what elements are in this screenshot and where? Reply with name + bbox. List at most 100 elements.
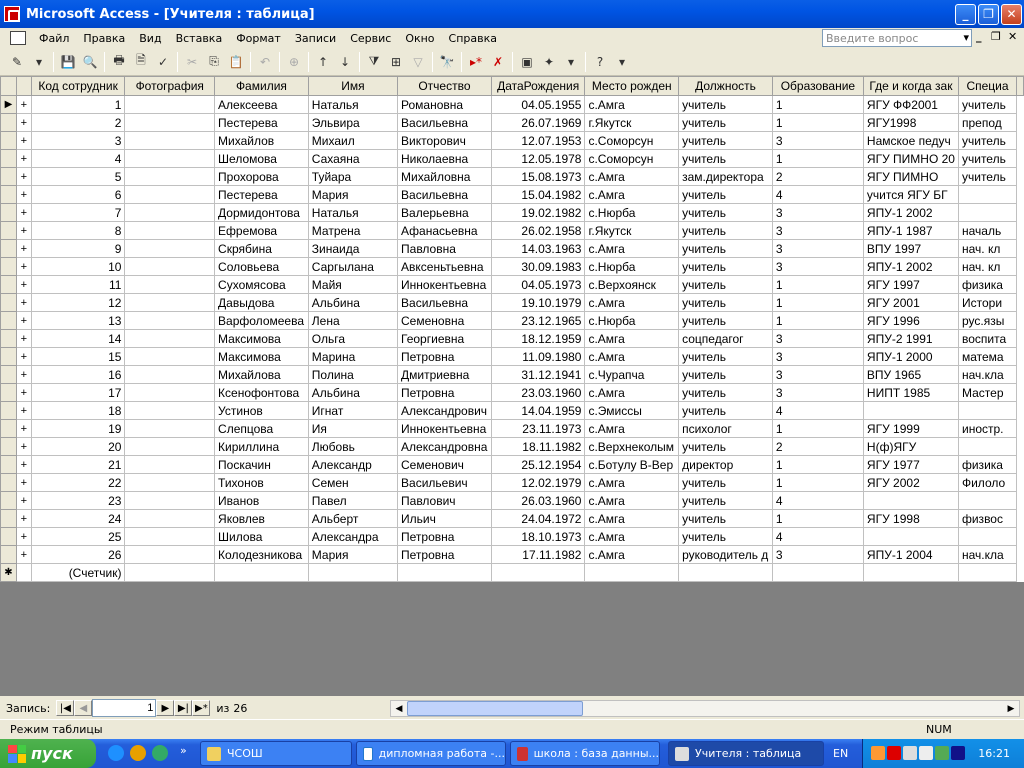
table-cell[interactable]: НИПТ 1985 bbox=[862, 383, 959, 402]
table-cell[interactable]: началь bbox=[957, 221, 1018, 240]
table-cell[interactable]: Ия bbox=[307, 419, 399, 438]
table-cell[interactable]: матема bbox=[957, 347, 1018, 366]
table-cell[interactable]: Иннокентьевна bbox=[397, 419, 492, 438]
table-cell[interactable] bbox=[124, 149, 216, 168]
table-cell[interactable]: Дмитриевна bbox=[397, 365, 492, 384]
table-cell[interactable]: учитель bbox=[678, 527, 773, 546]
table-cell[interactable] bbox=[124, 383, 216, 402]
table-cell[interactable]: Петровна bbox=[397, 383, 492, 402]
table-cell[interactable]: 1 bbox=[771, 113, 864, 132]
toolbar-options-icon[interactable]: ▾ bbox=[611, 51, 633, 73]
table-cell[interactable] bbox=[124, 545, 216, 564]
table-cell[interactable]: 1 bbox=[771, 149, 864, 168]
row-selector[interactable] bbox=[0, 473, 17, 492]
expand-subdatasheet-icon[interactable]: + bbox=[15, 437, 32, 456]
table-cell[interactable]: Намское педуч bbox=[862, 131, 959, 150]
table-cell[interactable] bbox=[397, 563, 492, 582]
table-cell[interactable]: 14 bbox=[30, 329, 126, 348]
table-cell[interactable]: 12.02.1979 bbox=[490, 473, 586, 492]
row-selector[interactable] bbox=[0, 203, 17, 222]
column-header[interactable]: Образование bbox=[771, 76, 864, 96]
table-cell[interactable]: учитель bbox=[678, 473, 773, 492]
menu-help[interactable]: Справка bbox=[442, 32, 504, 45]
table-row[interactable]: +26 Колодезникова Мария Петровна 17.11.1982 с… bbox=[0, 545, 1024, 564]
table-cell[interactable]: 1 bbox=[771, 473, 864, 492]
table-cell[interactable]: 04.05.1973 bbox=[490, 275, 586, 294]
table-cell[interactable]: ЯПУ-1 2002 bbox=[862, 203, 959, 222]
table-cell[interactable]: с.Амга bbox=[584, 545, 680, 564]
table-cell[interactable]: с.Амга bbox=[584, 509, 680, 528]
table-cell[interactable]: с.Чурапча bbox=[584, 365, 680, 384]
table-cell[interactable]: 3 bbox=[771, 365, 864, 384]
table-cell[interactable]: 18.12.1959 bbox=[490, 329, 586, 348]
table-cell[interactable]: Полина bbox=[307, 365, 399, 384]
table-cell[interactable]: 8 bbox=[30, 221, 126, 240]
hyperlink-icon[interactable]: ⊕ bbox=[283, 51, 305, 73]
table-cell[interactable]: с.Амга bbox=[584, 329, 680, 348]
table-cell[interactable]: Иннокентьевна bbox=[397, 275, 492, 294]
table-cell[interactable] bbox=[124, 131, 216, 150]
table-cell[interactable]: с.Амга bbox=[584, 95, 680, 114]
table-cell[interactable]: 3 bbox=[771, 347, 864, 366]
table-row[interactable]: +9 Скрябина Зинаида Павловна 14.03.1963 с.Амг… bbox=[0, 239, 1024, 258]
table-cell[interactable] bbox=[490, 563, 586, 582]
table-document-icon[interactable] bbox=[10, 31, 26, 45]
expand-subdatasheet-icon[interactable]: + bbox=[15, 455, 32, 474]
table-cell[interactable]: Максимова bbox=[214, 347, 309, 366]
expand-subdatasheet-icon[interactable]: + bbox=[15, 131, 32, 150]
expand-subdatasheet-icon[interactable]: + bbox=[15, 239, 32, 258]
table-row[interactable]: +7 Дормидонтова Наталья Валерьевна 19.02.198… bbox=[0, 203, 1024, 222]
table-cell[interactable]: Александра bbox=[307, 527, 399, 546]
table-cell[interactable] bbox=[124, 401, 216, 420]
table-cell[interactable]: Альберт bbox=[307, 509, 399, 528]
table-cell[interactable]: учитель bbox=[678, 131, 773, 150]
table-cell[interactable]: ЯГУ 2001 bbox=[862, 293, 959, 312]
table-cell[interactable]: Игнат bbox=[307, 401, 399, 420]
menu-records[interactable]: Записи bbox=[288, 32, 343, 45]
tray-app-icon[interactable] bbox=[871, 746, 885, 760]
table-cell[interactable]: 18 bbox=[30, 401, 126, 420]
table-cell[interactable]: 13 bbox=[30, 311, 126, 330]
table-cell[interactable] bbox=[862, 527, 959, 546]
scroll-thumb[interactable] bbox=[407, 701, 583, 716]
expand-subdatasheet-icon[interactable]: + bbox=[15, 311, 32, 330]
table-cell[interactable]: Наталья bbox=[307, 95, 399, 114]
table-cell[interactable]: ЯГУ 1977 bbox=[862, 455, 959, 474]
table-row[interactable]: +6 Пестерева Мария Васильевна 15.04.1982 с.Ам… bbox=[0, 185, 1024, 204]
table-cell[interactable]: с.Нюрба bbox=[584, 203, 680, 222]
table-row[interactable]: +18 Устинов Игнат Александрович 14.04.1959 с.… bbox=[0, 401, 1024, 420]
table-cell[interactable]: ЯПУ-1 1987 bbox=[862, 221, 959, 240]
table-cell[interactable]: 26.03.1960 bbox=[490, 491, 586, 510]
table-cell[interactable]: 1 bbox=[771, 293, 864, 312]
delete-record-icon[interactable]: ✗ bbox=[487, 51, 509, 73]
find-icon[interactable]: 🔭 bbox=[436, 51, 458, 73]
task-teachers-table[interactable]: Учителя : таблица bbox=[668, 741, 824, 766]
table-cell[interactable]: Истори bbox=[957, 293, 1018, 312]
record-number-input[interactable] bbox=[92, 699, 157, 717]
expand-subdatasheet-icon[interactable]: + bbox=[15, 401, 32, 420]
table-cell[interactable]: с.Соморсун bbox=[584, 131, 680, 150]
row-selector[interactable] bbox=[0, 491, 17, 510]
media-player-icon[interactable] bbox=[130, 745, 146, 761]
start-button[interactable]: пуск bbox=[0, 739, 96, 768]
cut-icon[interactable]: ✂ bbox=[181, 51, 203, 73]
table-cell[interactable]: ЯГУ 1997 bbox=[862, 275, 959, 294]
new-record-row[interactable]: ✱ (Счетчик) bbox=[0, 563, 1024, 582]
expand-subdatasheet-icon[interactable]: + bbox=[15, 491, 32, 510]
table-cell[interactable]: 12.05.1978 bbox=[490, 149, 586, 168]
expand-subdatasheet-icon[interactable]: + bbox=[15, 113, 32, 132]
table-cell[interactable]: Васильевна bbox=[397, 185, 492, 204]
table-cell[interactable]: 21 bbox=[30, 455, 126, 474]
table-cell[interactable]: Любовь bbox=[307, 437, 399, 456]
table-cell[interactable]: Мария bbox=[307, 185, 399, 204]
table-cell[interactable]: учитель bbox=[678, 347, 773, 366]
table-cell[interactable]: 23.12.1965 bbox=[490, 311, 586, 330]
table-cell[interactable]: Марина bbox=[307, 347, 399, 366]
table-cell[interactable]: Соловьева bbox=[214, 257, 309, 276]
table-cell[interactable]: учитель bbox=[678, 437, 773, 456]
table-cell[interactable]: ЯГУ ФФ2001 bbox=[862, 95, 959, 114]
search-file-icon[interactable]: 🔍 bbox=[79, 51, 101, 73]
table-cell[interactable]: 31.12.1941 bbox=[490, 365, 586, 384]
table-cell[interactable]: Филоло bbox=[957, 473, 1018, 492]
table-row[interactable]: +24 Яковлев Альберт Ильич 24.04.1972 с.Амга уч… bbox=[0, 509, 1024, 528]
